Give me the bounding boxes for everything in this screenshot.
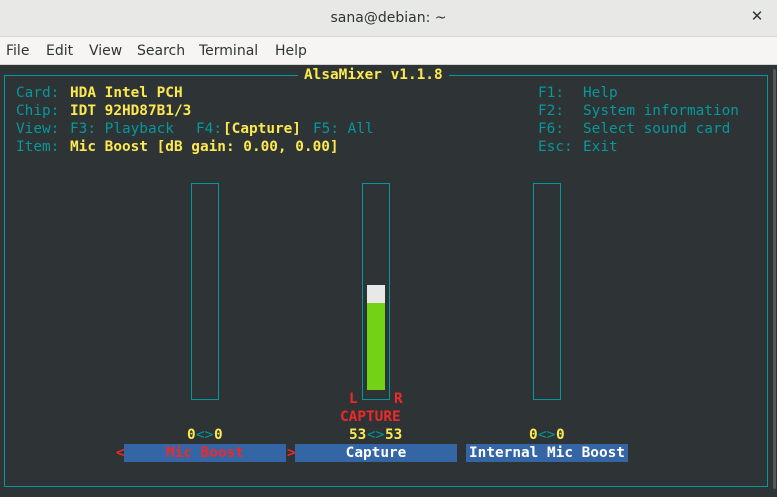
internal-mic-boost-right-value: 0 [556,427,565,443]
shortcut-f1-key: F1: [538,85,564,101]
shortcut-f2-key: F2: [538,103,564,119]
capture-state-label: CAPTURE [340,409,401,425]
fader-capture[interactable] [362,183,390,400]
mic-boost-right-value: 0 [214,427,223,443]
view-capture-key[interactable]: F4: [196,120,222,138]
item-value: Mic Boost [dB gain: 0.00, 0.00] [70,139,339,155]
capture-right-flag: R [394,391,403,407]
level-bar-peak [367,285,385,303]
card-value: HDA Intel PCH [70,85,183,101]
menubar: File Edit View Search Terminal Help [0,37,777,65]
alsamixer-title: AlsaMixer v1.1.8 [298,66,449,84]
value-separator: <> [196,427,214,443]
fader-mic-boost[interactable] [191,183,219,400]
scrollbar-thumb[interactable] [773,69,776,489]
channel-label-internal-mic-boost[interactable]: Internal Mic Boost [466,444,628,462]
menu-file[interactable]: File [6,43,29,59]
menu-search[interactable]: Search [137,43,185,59]
shortcut-esc-key: Esc: [538,139,573,155]
value-separator: <> [367,427,385,443]
terminal-scrollbar[interactable] [771,65,777,497]
menu-terminal[interactable]: Terminal [199,43,258,59]
shortcut-f6-action: Select sound card [583,121,731,137]
fader-internal-mic-boost[interactable] [533,183,561,400]
capture-right-value: 53 [385,427,403,443]
capture-left-value: 53 [349,427,367,443]
window-titlebar: sana@debian: ~ ✕ [0,0,777,37]
chip-label: Chip: [16,103,60,119]
shortcut-f2-action: System information [583,103,739,119]
view-playback[interactable]: F3: Playback [70,120,174,138]
close-icon[interactable]: ✕ [749,8,765,24]
view-capture-active[interactable]: [Capture] [223,120,301,138]
menu-view[interactable]: View [89,43,122,59]
value-separator: <> [538,427,556,443]
chip-value: IDT 92HD87B1/3 [70,103,192,119]
shortcut-esc-action: Exit [583,139,618,155]
internal-mic-boost-left-value: 0 [529,427,538,443]
window-title: sana@debian: ~ [330,10,447,26]
shortcut-f1-action: Help [583,85,618,101]
view-label: View: [16,121,60,137]
channel-label-capture[interactable]: Capture [295,444,457,462]
shortcut-f6-key: F6: [538,121,564,137]
item-label: Item: [16,139,60,155]
level-bar [367,303,385,390]
view-all[interactable]: F5: All [313,120,374,138]
channel-label-mic-boost[interactable]: Mic Boost [124,444,286,462]
card-label: Card: [16,85,60,101]
menu-help[interactable]: Help [275,43,307,59]
capture-left-flag: L [349,391,358,407]
terminal-area[interactable]: AlsaMixer v1.1.8 Card: HDA Intel PCH Chi… [0,65,777,497]
mic-boost-left-value: 0 [187,427,196,443]
menu-edit[interactable]: Edit [46,43,73,59]
